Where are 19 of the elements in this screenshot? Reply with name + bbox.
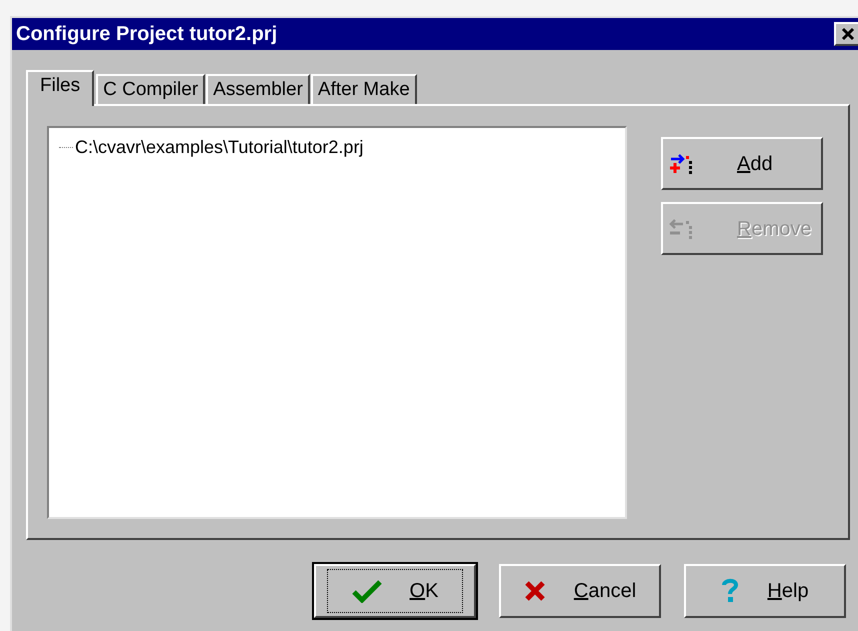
ok-button[interactable]: OK (314, 564, 476, 618)
tab[interactable]: C Compiler (96, 74, 206, 104)
window-title: Configure Project tutor2.prj (16, 22, 278, 47)
check-icon (352, 579, 382, 603)
tab[interactable]: Assembler (206, 74, 310, 104)
close-icon (524, 580, 546, 602)
add-button[interactable]: Add (661, 137, 823, 190)
close-icon (841, 27, 855, 41)
remove-icon (669, 218, 693, 240)
tree-line (59, 147, 73, 148)
tree-item[interactable]: C:\cvavr\examples\Tutorial\tutor2.prj (75, 134, 364, 161)
tab[interactable]: After Make (310, 74, 417, 104)
file-list[interactable]: C:\cvavr\examples\Tutorial\tutor2.prj (47, 126, 627, 519)
question-mark-icon (721, 578, 740, 604)
close-button[interactable] (834, 22, 858, 46)
cancel-button[interactable]: Cancel (499, 564, 661, 618)
tab[interactable]: Files (26, 70, 94, 106)
help-button[interactable]: Help (684, 564, 846, 618)
add-icon (669, 152, 693, 174)
